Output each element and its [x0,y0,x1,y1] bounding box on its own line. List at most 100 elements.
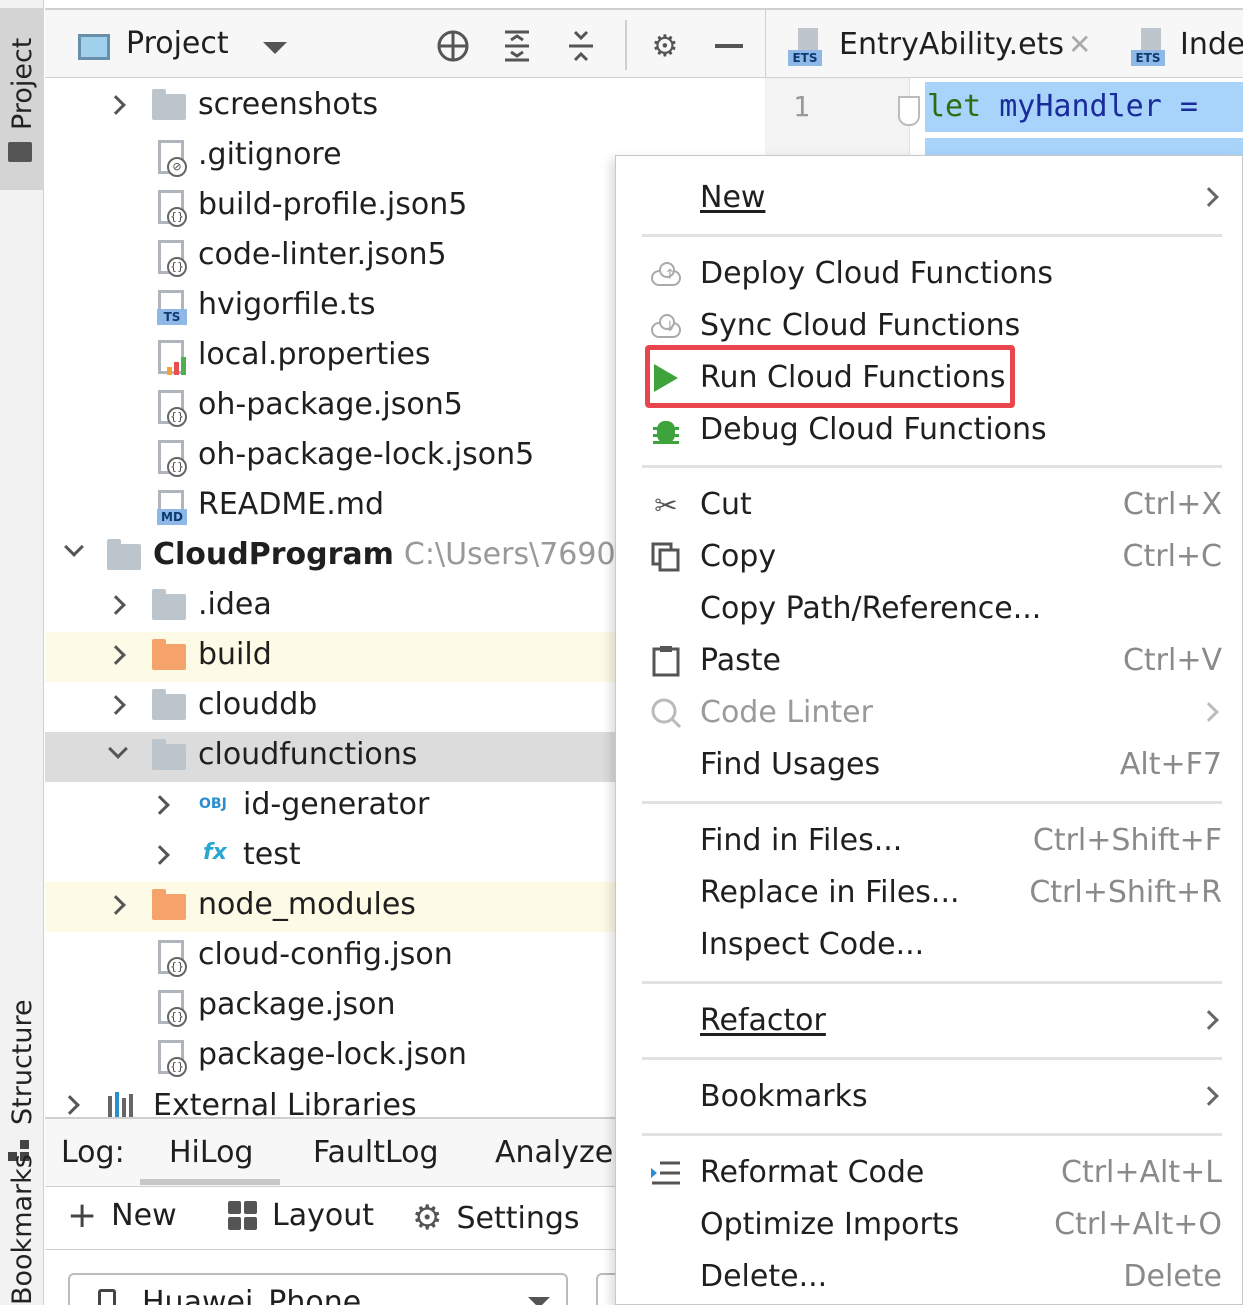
menu-item-label: Inspect Code... [700,927,925,962]
chevron-right-icon[interactable] [106,695,126,715]
tree-row-screenshots[interactable]: screenshots [45,82,615,132]
tree-item-label: local.properties [198,337,431,372]
folder-icon [8,142,32,162]
menu-separator [642,1057,1222,1060]
chevron-right-icon[interactable] [106,95,126,115]
phone-icon [98,1289,116,1305]
chevron-down-icon[interactable] [108,739,128,759]
excluded-folder-icon [152,889,186,920]
project-view-title[interactable]: Project [126,26,229,61]
menu-item-label: Cut [700,487,752,522]
chevron-right-icon[interactable] [106,645,126,665]
tab-analyzes[interactable]: AnalyzeS [495,1135,632,1170]
json-file-icon: {} [158,1040,187,1077]
menu-separator [642,801,1222,804]
menu-item-inspect-code[interactable]: Inspect Code... [616,919,1243,971]
tree-row-build[interactable]: build [45,632,615,682]
menu-item-bookmarks[interactable]: Bookmarks [616,1071,1243,1123]
layout-button[interactable]: Layout [228,1198,374,1233]
chevron-right-icon[interactable] [150,845,170,865]
collapse-all-icon[interactable] [561,26,601,66]
menu-item-refactor[interactable]: Refactor [616,995,1243,1047]
close-icon[interactable]: ✕ [1068,28,1091,61]
locate-icon[interactable] [433,26,473,66]
menu-item-delete[interactable]: Delete... Delete [616,1251,1243,1303]
code-editor[interactable]: 1 let myHandler = [765,78,1243,158]
menu-item-code-linter: Code Linter [616,687,1243,739]
menu-separator [642,1133,1222,1136]
chevron-right-icon[interactable] [150,795,170,815]
menu-item-reformat-code[interactable]: Reformat Code Ctrl+Alt+L [616,1147,1243,1199]
tree-row-readme[interactable]: MD README.md [45,482,615,532]
tree-row-gitignore[interactable]: ⊘ .gitignore [45,132,615,182]
menu-item-label: Optimize Imports [700,1207,960,1242]
menu-item-new[interactable]: New [616,172,1243,224]
tree-item-label: screenshots [198,87,379,122]
tab-faultlog[interactable]: FaultLog [313,1135,439,1170]
device-selector[interactable]: Huawei_Phone [68,1273,568,1305]
expand-all-icon[interactable] [497,26,537,66]
menu-item-optimize-imports[interactable]: Optimize Imports Ctrl+Alt+O [616,1199,1243,1251]
menu-item-debug-cloud-functions[interactable]: Debug Cloud Functions [616,404,1243,456]
chevron-down-icon[interactable] [64,537,84,557]
chevron-right-icon[interactable] [106,895,126,915]
editor-gutter: 1 [765,78,910,158]
menu-item-paste[interactable]: Paste Ctrl+V [616,635,1243,687]
tree-row-id-generator[interactable]: OBJ id-generator [45,782,615,832]
menu-separator [642,234,1222,237]
menu-shortcut: Ctrl+Alt+O [1054,1207,1222,1242]
tree-row-node-modules[interactable]: node_modules [45,882,615,932]
log-settings-button[interactable]: ⚙ Settings [412,1198,580,1238]
project-tool-label: Project [7,37,38,130]
chevron-right-icon[interactable] [60,1095,80,1115]
tree-item-label: clouddb [198,687,318,722]
tab-hilog[interactable]: HiLog [169,1135,253,1170]
menu-item-find-usages[interactable]: Find Usages Alt+F7 [616,739,1243,791]
menu-item-label: Find in Files... [700,823,903,858]
menu-item-replace-in-files[interactable]: Replace in Files... Ctrl+Shift+R [616,867,1243,919]
menu-item-label: Debug Cloud Functions [700,412,1047,447]
project-tool-button[interactable]: Project [0,8,44,190]
tree-row-test[interactable]: fx test [45,832,615,882]
tree-row-idea[interactable]: .idea [45,582,615,632]
tree-row-cloudprogram[interactable]: CloudProgramC:\Users\76903\ [45,532,615,582]
tree-row-hvigorfile[interactable]: TS hvigorfile.ts [45,282,615,332]
menu-item-label: Reformat Code [700,1155,925,1190]
menu-item-find-in-files[interactable]: Find in Files... Ctrl+Shift+F [616,815,1243,867]
chevron-down-icon[interactable] [263,42,287,54]
tree-row-oh-package[interactable]: {} oh-package.json5 [45,382,615,432]
fold-marker-icon[interactable] [898,96,920,126]
tree-row-build-profile[interactable]: {} build-profile.json5 [45,182,615,232]
new-log-button[interactable]: + New [67,1197,177,1233]
menu-item-copy-path[interactable]: Copy Path/Reference... [616,583,1243,635]
tree-row-package[interactable]: {} package.json [45,982,615,1032]
chevron-right-icon[interactable] [106,595,126,615]
gear-icon[interactable]: ⚙ [645,26,685,66]
tree-item-label: test [243,837,301,872]
menu-item-label: Delete... [700,1259,828,1294]
json-file-icon: {} [158,940,187,977]
code-line[interactable]: let myHandler = [925,82,1243,132]
tree-row-cloudfunctions[interactable]: cloudfunctions [45,732,615,782]
tab-entryability[interactable]: EntryAbility.ets [839,27,1064,62]
tree-row-package-lock[interactable]: {} package-lock.json [45,1032,615,1082]
menu-item-cut[interactable]: ✂ Cut Ctrl+X [616,479,1243,531]
code-identifier: myHandler = [981,89,1198,124]
tab-index[interactable]: Inde [1180,27,1243,62]
tree-row-oh-package-lock[interactable]: {} oh-package-lock.json5 [45,432,615,482]
excluded-folder-icon [152,639,186,670]
project-tree[interactable]: screenshots ⊘ .gitignore {} build-profil… [45,82,615,1117]
menu-item-label: Paste [700,643,781,678]
menu-item-copy[interactable]: Copy Ctrl+C [616,531,1243,583]
tree-row-clouddb[interactable]: clouddb [45,682,615,732]
minimize-icon[interactable] [709,26,749,66]
reformat-icon [648,1155,684,1191]
bookmarks-tool-label: Bookmarks [7,1154,38,1305]
tree-row-cloud-config[interactable]: {} cloud-config.json [45,932,615,982]
tree-row-external-libraries[interactable]: External Libraries [45,1082,615,1117]
tree-row-local-properties[interactable]: local.properties [45,332,615,382]
tree-row-code-linter[interactable]: {} code-linter.json5 [45,232,615,282]
chevron-down-icon [528,1297,550,1305]
ets-file-icon: ETS [1131,28,1165,68]
menu-item-deploy-cloud-functions[interactable]: ↑ Deploy Cloud Functions [616,248,1243,300]
